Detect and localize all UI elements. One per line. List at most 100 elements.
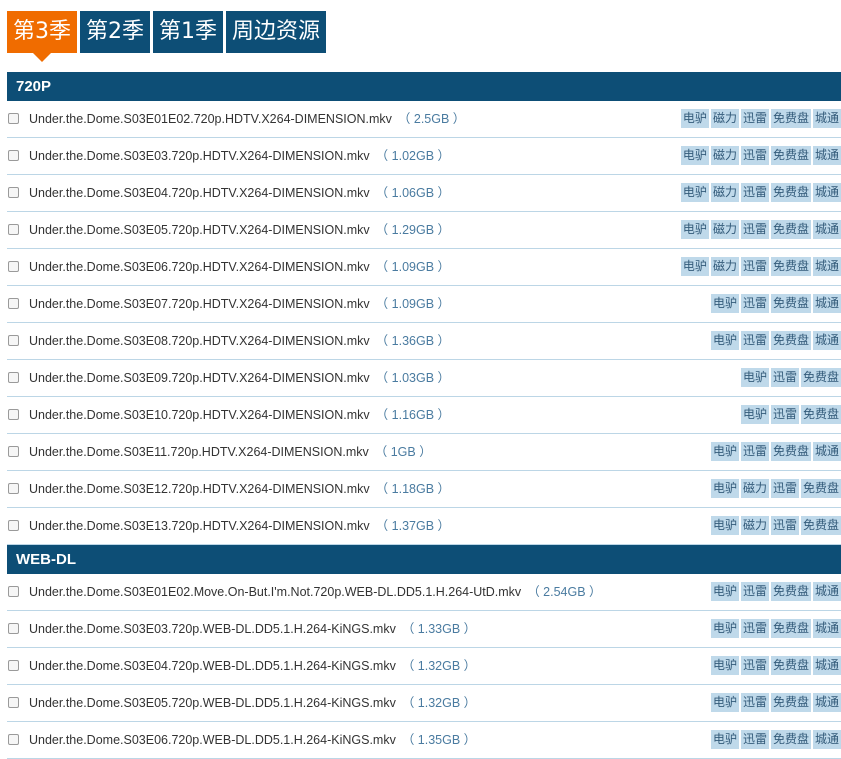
download-link[interactable]: 城通 (812, 442, 841, 461)
select-checkbox[interactable] (8, 409, 19, 420)
select-checkbox[interactable] (8, 734, 19, 745)
download-link[interactable]: 免费盘 (770, 294, 811, 313)
file-size: （ 1.36GB ） (375, 334, 451, 348)
download-link[interactable]: 免费盘 (770, 257, 811, 276)
download-link[interactable]: 磁力 (710, 257, 739, 276)
select-checkbox[interactable] (8, 261, 19, 272)
select-checkbox[interactable] (8, 446, 19, 457)
select-checkbox[interactable] (8, 372, 19, 383)
download-link[interactable]: 磁力 (740, 479, 769, 498)
download-link[interactable]: 电驴 (710, 294, 739, 313)
select-checkbox[interactable] (8, 150, 19, 161)
download-link[interactable]: 免费盘 (770, 220, 811, 239)
download-link[interactable]: 电驴 (710, 693, 739, 712)
select-checkbox[interactable] (8, 660, 19, 671)
download-link[interactable]: 电驴 (740, 368, 769, 387)
download-link[interactable]: 电驴 (710, 656, 739, 675)
select-checkbox[interactable] (8, 113, 19, 124)
tab-season-2[interactable]: 第1季 (153, 11, 223, 53)
select-checkbox[interactable] (8, 187, 19, 198)
select-checkbox[interactable] (8, 586, 19, 597)
file-name: Under.the.Dome.S03E04.720p.HDTV.X264-DIM… (29, 175, 450, 211)
download-link[interactable]: 免费盘 (770, 146, 811, 165)
download-links: 电驴 磁力 迅雷 免费盘 城通 (679, 183, 841, 202)
download-link[interactable]: 电驴 (710, 582, 739, 601)
download-link[interactable]: 电驴 (710, 479, 739, 498)
download-link[interactable]: 迅雷 (770, 368, 799, 387)
select-checkbox[interactable] (8, 298, 19, 309)
download-link[interactable]: 免费盘 (770, 109, 811, 128)
download-link[interactable]: 电驴 (740, 405, 769, 424)
download-link[interactable]: 城通 (812, 109, 841, 128)
download-link[interactable]: 电驴 (680, 257, 709, 276)
download-link[interactable]: 迅雷 (740, 730, 769, 749)
download-link[interactable]: 迅雷 (740, 331, 769, 350)
download-link[interactable]: 磁力 (710, 109, 739, 128)
download-link[interactable]: 城通 (812, 582, 841, 601)
download-link[interactable]: 城通 (812, 183, 841, 202)
download-link[interactable]: 城通 (812, 693, 841, 712)
download-link[interactable]: 迅雷 (740, 442, 769, 461)
download-link[interactable]: 电驴 (710, 730, 739, 749)
select-checkbox[interactable] (8, 520, 19, 531)
select-checkbox[interactable] (8, 224, 19, 235)
file-name: Under.the.Dome.S03E01E02.Move.On-But.I'm… (29, 574, 602, 610)
download-link[interactable]: 迅雷 (740, 146, 769, 165)
download-link[interactable]: 城通 (812, 656, 841, 675)
download-link[interactable]: 电驴 (710, 516, 739, 535)
download-link[interactable]: 城通 (812, 619, 841, 638)
tab-season-0[interactable]: 第3季 (7, 11, 77, 62)
download-link[interactable]: 免费盘 (800, 405, 841, 424)
tab-season-1[interactable]: 第2季 (80, 11, 150, 53)
download-link[interactable]: 免费盘 (800, 516, 841, 535)
file-name-text: Under.the.Dome.S03E13.720p.HDTV.X264-DIM… (29, 519, 370, 533)
download-link[interactable]: 免费盘 (770, 331, 811, 350)
download-link[interactable]: 迅雷 (740, 656, 769, 675)
download-link[interactable]: 迅雷 (740, 294, 769, 313)
download-link[interactable]: 迅雷 (740, 582, 769, 601)
download-link[interactable]: 电驴 (710, 619, 739, 638)
download-link[interactable]: 磁力 (710, 183, 739, 202)
download-link[interactable]: 磁力 (740, 516, 769, 535)
download-link[interactable]: 城通 (812, 257, 841, 276)
download-link[interactable]: 迅雷 (770, 405, 799, 424)
download-link[interactable]: 电驴 (710, 442, 739, 461)
download-link[interactable]: 城通 (812, 331, 841, 350)
download-link[interactable]: 城通 (812, 146, 841, 165)
download-link[interactable]: 城通 (812, 730, 841, 749)
download-link[interactable]: 迅雷 (740, 257, 769, 276)
tab-season-3[interactable]: 周边资源 (226, 11, 327, 53)
download-link[interactable]: 磁力 (710, 220, 739, 239)
download-link[interactable]: 免费盘 (770, 656, 811, 675)
download-link[interactable]: 迅雷 (770, 516, 799, 535)
download-link[interactable]: 电驴 (680, 220, 709, 239)
download-link[interactable]: 免费盘 (770, 730, 811, 749)
download-link[interactable]: 免费盘 (770, 442, 811, 461)
download-link[interactable]: 免费盘 (770, 693, 811, 712)
download-link[interactable]: 电驴 (680, 109, 709, 128)
download-link[interactable]: 免费盘 (800, 368, 841, 387)
file-size: （ 1.02GB ） (375, 149, 451, 163)
download-link[interactable]: 电驴 (680, 146, 709, 165)
download-link[interactable]: 磁力 (710, 146, 739, 165)
download-link[interactable]: 城通 (812, 220, 841, 239)
download-link[interactable]: 电驴 (710, 331, 739, 350)
download-link[interactable]: 迅雷 (740, 183, 769, 202)
select-checkbox[interactable] (8, 623, 19, 634)
select-checkbox[interactable] (8, 697, 19, 708)
select-checkbox[interactable] (8, 483, 19, 494)
download-link[interactable]: 迅雷 (740, 109, 769, 128)
file-name-text: Under.the.Dome.S03E12.720p.HDTV.X264-DIM… (29, 482, 370, 496)
download-link[interactable]: 免费盘 (770, 619, 811, 638)
download-link[interactable]: 迅雷 (740, 220, 769, 239)
download-link[interactable]: 迅雷 (740, 619, 769, 638)
download-link[interactable]: 迅雷 (770, 479, 799, 498)
download-link[interactable]: 免费盘 (770, 183, 811, 202)
download-link[interactable]: 城通 (812, 294, 841, 313)
download-link[interactable]: 电驴 (680, 183, 709, 202)
download-link[interactable]: 免费盘 (800, 479, 841, 498)
download-link[interactable]: 迅雷 (740, 693, 769, 712)
download-link[interactable]: 免费盘 (770, 582, 811, 601)
file-size: （ 1.32GB ） (401, 696, 477, 710)
select-checkbox[interactable] (8, 335, 19, 346)
